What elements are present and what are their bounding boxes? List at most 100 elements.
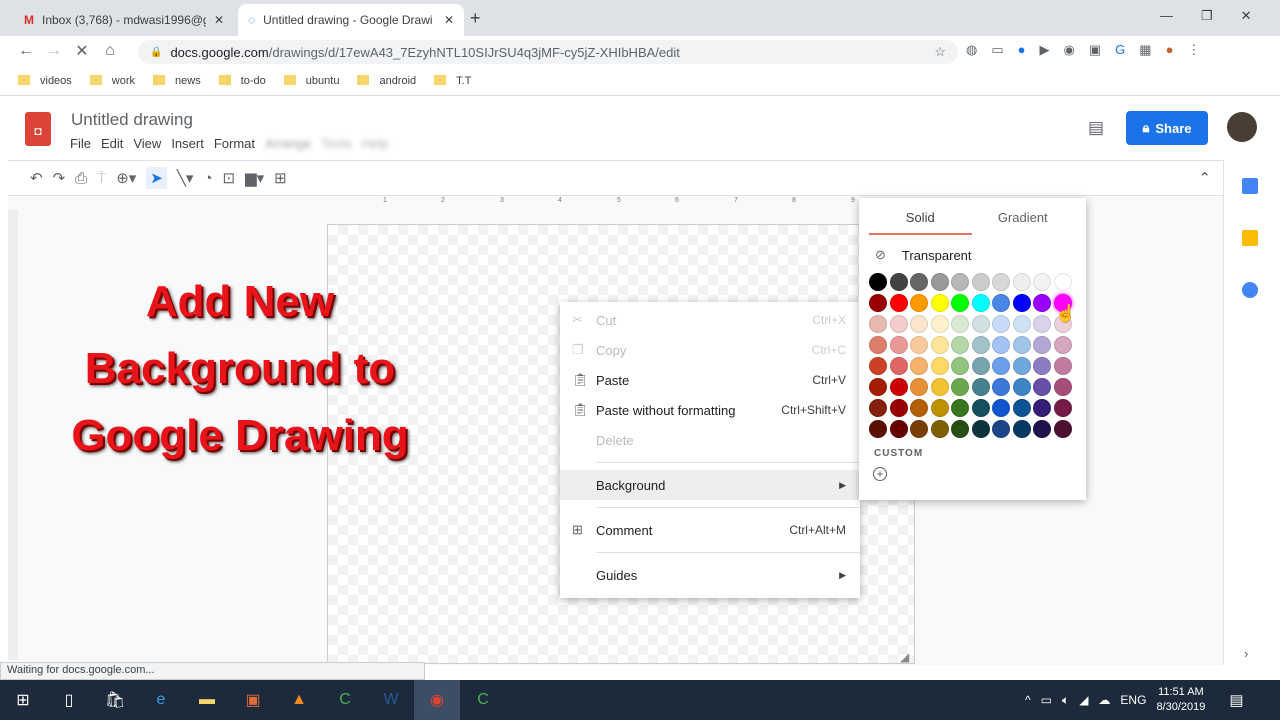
menu-item-paste-without-formatting[interactable]: 📋︎ Paste without formatting Ctrl+Shift+V — [560, 395, 860, 425]
color-swatch[interactable] — [1033, 420, 1051, 438]
color-swatch[interactable] — [869, 399, 887, 417]
color-swatch[interactable] — [1033, 315, 1051, 333]
color-swatch[interactable] — [951, 420, 969, 438]
menu-kebab-icon[interactable]: ⋮ — [1187, 42, 1200, 58]
calendar-icon[interactable] — [1242, 178, 1258, 194]
color-swatch[interactable] — [971, 273, 990, 291]
menu-help[interactable]: Help — [362, 136, 389, 151]
forward-button[interactable]: → — [40, 42, 68, 60]
color-swatch[interactable] — [889, 336, 908, 354]
menu-insert[interactable]: Insert — [171, 136, 204, 151]
color-swatch[interactable] — [869, 420, 887, 438]
color-swatch[interactable] — [951, 357, 969, 375]
menu-edit[interactable]: Edit — [101, 136, 123, 151]
color-swatch[interactable] — [1053, 378, 1072, 396]
color-swatch[interactable] — [930, 315, 949, 333]
menu-item-copy[interactable]: ❐ Copy Ctrl+C — [560, 335, 860, 365]
color-swatch[interactable] — [1012, 420, 1031, 438]
transparent-option[interactable]: ⊘ Transparent — [859, 235, 1086, 263]
color-swatch[interactable] — [1033, 294, 1051, 312]
color-swatch[interactable] — [951, 336, 969, 354]
image-icon[interactable]: ▆▾ — [245, 169, 264, 187]
drawings-logo[interactable]: ◘ — [25, 112, 51, 146]
color-swatch[interactable] — [992, 420, 1010, 438]
bookmark-folder[interactable]: android — [357, 74, 416, 87]
powerpoint-icon[interactable]: ▣ — [230, 680, 276, 720]
wifi-icon[interactable]: ◢ — [1079, 693, 1088, 707]
color-swatch[interactable] — [889, 357, 908, 375]
profile-avatar[interactable]: ● — [1166, 42, 1174, 58]
color-swatch[interactable] — [889, 399, 908, 417]
menu-arrange[interactable]: Arrange — [265, 136, 311, 151]
color-swatch[interactable] — [1033, 357, 1051, 375]
color-swatch[interactable] — [1033, 399, 1051, 417]
color-swatch[interactable] — [889, 315, 908, 333]
color-swatch[interactable] — [889, 273, 908, 291]
shape-icon[interactable]: ◔ — [203, 170, 212, 187]
print-icon[interactable]: ⎙ — [75, 170, 87, 187]
color-swatch[interactable] — [930, 336, 949, 354]
add-custom-color-button[interactable]: + — [873, 467, 887, 481]
color-swatch[interactable] — [1053, 357, 1072, 375]
comments-icon[interactable]: ▤ — [1088, 118, 1104, 138]
zoom-icon[interactable]: ⊕▾ — [116, 169, 136, 187]
vlc-icon[interactable]: ▲ — [276, 680, 322, 720]
extension-icon[interactable]: G — [1115, 42, 1125, 58]
color-swatch[interactable] — [910, 357, 928, 375]
color-swatch[interactable] — [930, 294, 949, 312]
color-swatch[interactable] — [951, 273, 969, 291]
line-icon[interactable]: ╲▾ — [177, 169, 194, 187]
document-title[interactable]: Untitled drawing — [71, 110, 193, 130]
tab-gmail[interactable]: M Inbox (3,768) - mdwasi1996@gm ✕ — [14, 4, 234, 36]
color-swatch[interactable] — [992, 294, 1010, 312]
menu-item-background[interactable]: Background ▶ — [560, 470, 860, 500]
color-swatch[interactable] — [971, 315, 990, 333]
menu-tools[interactable]: Tools — [321, 136, 351, 151]
extension-icon[interactable]: ◍ — [966, 42, 977, 58]
task-view-icon[interactable]: ▯ — [46, 680, 92, 720]
new-tab-button[interactable]: + — [470, 8, 481, 29]
color-swatch[interactable] — [910, 420, 928, 438]
text-box-icon[interactable]: ⊡ — [223, 169, 236, 187]
color-swatch[interactable] — [1012, 378, 1031, 396]
share-button[interactable]: 🔒︎ Share — [1126, 111, 1208, 145]
color-swatch[interactable] — [992, 315, 1010, 333]
color-swatch[interactable] — [971, 420, 990, 438]
redo-icon[interactable]: ↷ — [53, 169, 66, 187]
add-comment-icon[interactable]: ⊞ — [274, 169, 287, 187]
color-swatch[interactable] — [1012, 294, 1031, 312]
onedrive-icon[interactable]: ☁ — [1098, 693, 1110, 707]
word-icon[interactable]: W — [368, 680, 414, 720]
stop-button[interactable]: ✕ — [68, 41, 96, 61]
select-icon[interactable]: ➤ — [146, 167, 167, 189]
back-button[interactable]: ← — [12, 42, 40, 60]
extension-icon[interactable]: ◉ — [1064, 42, 1075, 58]
color-swatch[interactable] — [992, 399, 1010, 417]
url-bar[interactable]: 🔒 docs.google.com/drawings/d/17ewA43_7Ez… — [138, 40, 958, 64]
menu-view[interactable]: View — [133, 136, 161, 151]
color-swatch[interactable] — [1053, 273, 1072, 291]
start-button[interactable]: ⊞ — [0, 680, 46, 720]
color-swatch[interactable] — [951, 378, 969, 396]
camtasia-icon[interactable]: C — [322, 680, 368, 720]
bookmark-star-icon[interactable]: ☆ — [934, 44, 946, 60]
color-swatch[interactable] — [951, 294, 969, 312]
close-tab-icon[interactable]: ✕ — [214, 13, 224, 27]
store-icon[interactable]: 🛍︎ — [92, 680, 138, 720]
color-swatch[interactable] — [910, 315, 928, 333]
color-swatch[interactable] — [869, 294, 887, 312]
color-swatch[interactable] — [971, 399, 990, 417]
color-swatch[interactable] — [1053, 420, 1072, 438]
color-swatch[interactable] — [869, 378, 887, 396]
bookmark-folder[interactable]: to-do — [218, 74, 266, 87]
color-swatch[interactable] — [889, 420, 908, 438]
color-swatch[interactable] — [930, 273, 949, 291]
tab-drawing[interactable]: ◌ Untitled drawing - Google Drawi ✕ — [238, 4, 464, 36]
color-swatch[interactable] — [930, 399, 949, 417]
color-swatch[interactable] — [951, 399, 969, 417]
color-swatch[interactable] — [910, 399, 928, 417]
network-adapter-icon[interactable]: ▭ — [1041, 693, 1052, 707]
close-tab-icon[interactable]: ✕ — [444, 13, 454, 27]
menu-item-comment[interactable]: ⊞ Comment Ctrl+Alt+M — [560, 515, 860, 545]
tab-solid[interactable]: Solid — [869, 210, 972, 235]
